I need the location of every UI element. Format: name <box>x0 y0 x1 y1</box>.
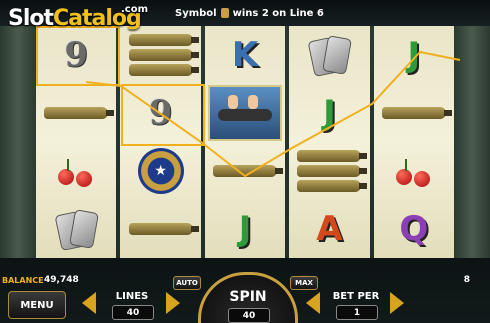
bet-per-value: 1 <box>336 305 378 320</box>
bomb-symbol-icon <box>220 8 229 18</box>
bet-decrease-arrow-icon[interactable] <box>306 292 320 314</box>
bomb-icon <box>128 223 199 235</box>
reel-cell: J <box>205 200 285 258</box>
reel-4: J A <box>289 26 370 258</box>
total-bet-value: 8 <box>463 275 470 285</box>
air-force-emblem-icon: ★ <box>137 148 184 194</box>
win-message: Symbol wins 2 on Line 6 <box>175 8 324 19</box>
reel-cell <box>289 26 369 84</box>
reel-cell: ★ <box>120 142 200 200</box>
win-highlight-box <box>36 26 120 86</box>
bomb-icon <box>381 107 452 119</box>
symbol-q: Q <box>399 209 429 249</box>
bombs-icon <box>297 150 368 192</box>
game-stage: SlotCatalog .com Symbol wins 2 on Line 6 9… <box>0 0 490 323</box>
total-bet-display: 40 <box>228 308 270 323</box>
bet-per-control: BET PER 1 <box>326 291 386 321</box>
reel-5: J Q <box>373 26 455 258</box>
reel-cell <box>205 84 285 142</box>
right-frame <box>454 0 490 270</box>
lines-decrease-arrow-icon[interactable] <box>82 292 96 314</box>
reel-cell <box>374 142 454 200</box>
reel-3: K J <box>204 26 286 258</box>
lines-value: 40 <box>112 305 154 320</box>
symbol-j: J <box>238 209 252 249</box>
lines-label: LINES <box>115 291 149 302</box>
reel-cell: K <box>205 26 285 84</box>
cherry-icon <box>54 153 98 189</box>
reel-cell <box>36 84 116 142</box>
reel-cell <box>36 142 116 200</box>
max-button[interactable]: MAX <box>290 276 318 290</box>
lines-control: LINES 40 <box>102 291 162 321</box>
reel-cell <box>36 200 116 258</box>
spin-label: SPIN <box>229 289 267 305</box>
symbol-j: J <box>323 93 336 133</box>
symbol-a: A <box>316 209 343 249</box>
reel-cell <box>205 142 285 200</box>
symbol-k: K <box>231 35 259 75</box>
balance-label: BALANCE <box>2 276 44 285</box>
reel-cell <box>120 200 200 258</box>
bomb-icon <box>44 107 115 119</box>
reel-cell: Q <box>374 200 454 258</box>
reel-cell: A <box>289 200 369 258</box>
symbol-j: J <box>407 35 421 75</box>
cherry-icon <box>392 153 436 189</box>
dog-tags-icon <box>307 33 353 78</box>
bet-increase-arrow-icon[interactable] <box>390 292 404 314</box>
bet-per-label: BET PER <box>332 291 380 302</box>
balance-value: 49,748 <box>44 275 79 285</box>
lines-increase-arrow-icon[interactable] <box>166 292 180 314</box>
left-frame <box>0 0 36 270</box>
pinup-bomb-photo <box>208 85 283 141</box>
menu-button[interactable]: MENU <box>8 291 66 319</box>
reel-cell <box>289 142 369 200</box>
auto-button[interactable]: AUTO <box>173 276 201 290</box>
reel-cell <box>120 26 200 84</box>
slotcatalog-watermark: SlotCatalog .com <box>8 4 149 31</box>
reel-cell: J <box>289 84 369 142</box>
reel-cell: J <box>374 26 454 84</box>
reel-cell <box>374 84 454 142</box>
bombs-icon <box>128 34 199 76</box>
bomb-icon <box>213 165 284 177</box>
win-highlight-box <box>121 84 205 146</box>
dog-tags-icon <box>54 207 100 252</box>
